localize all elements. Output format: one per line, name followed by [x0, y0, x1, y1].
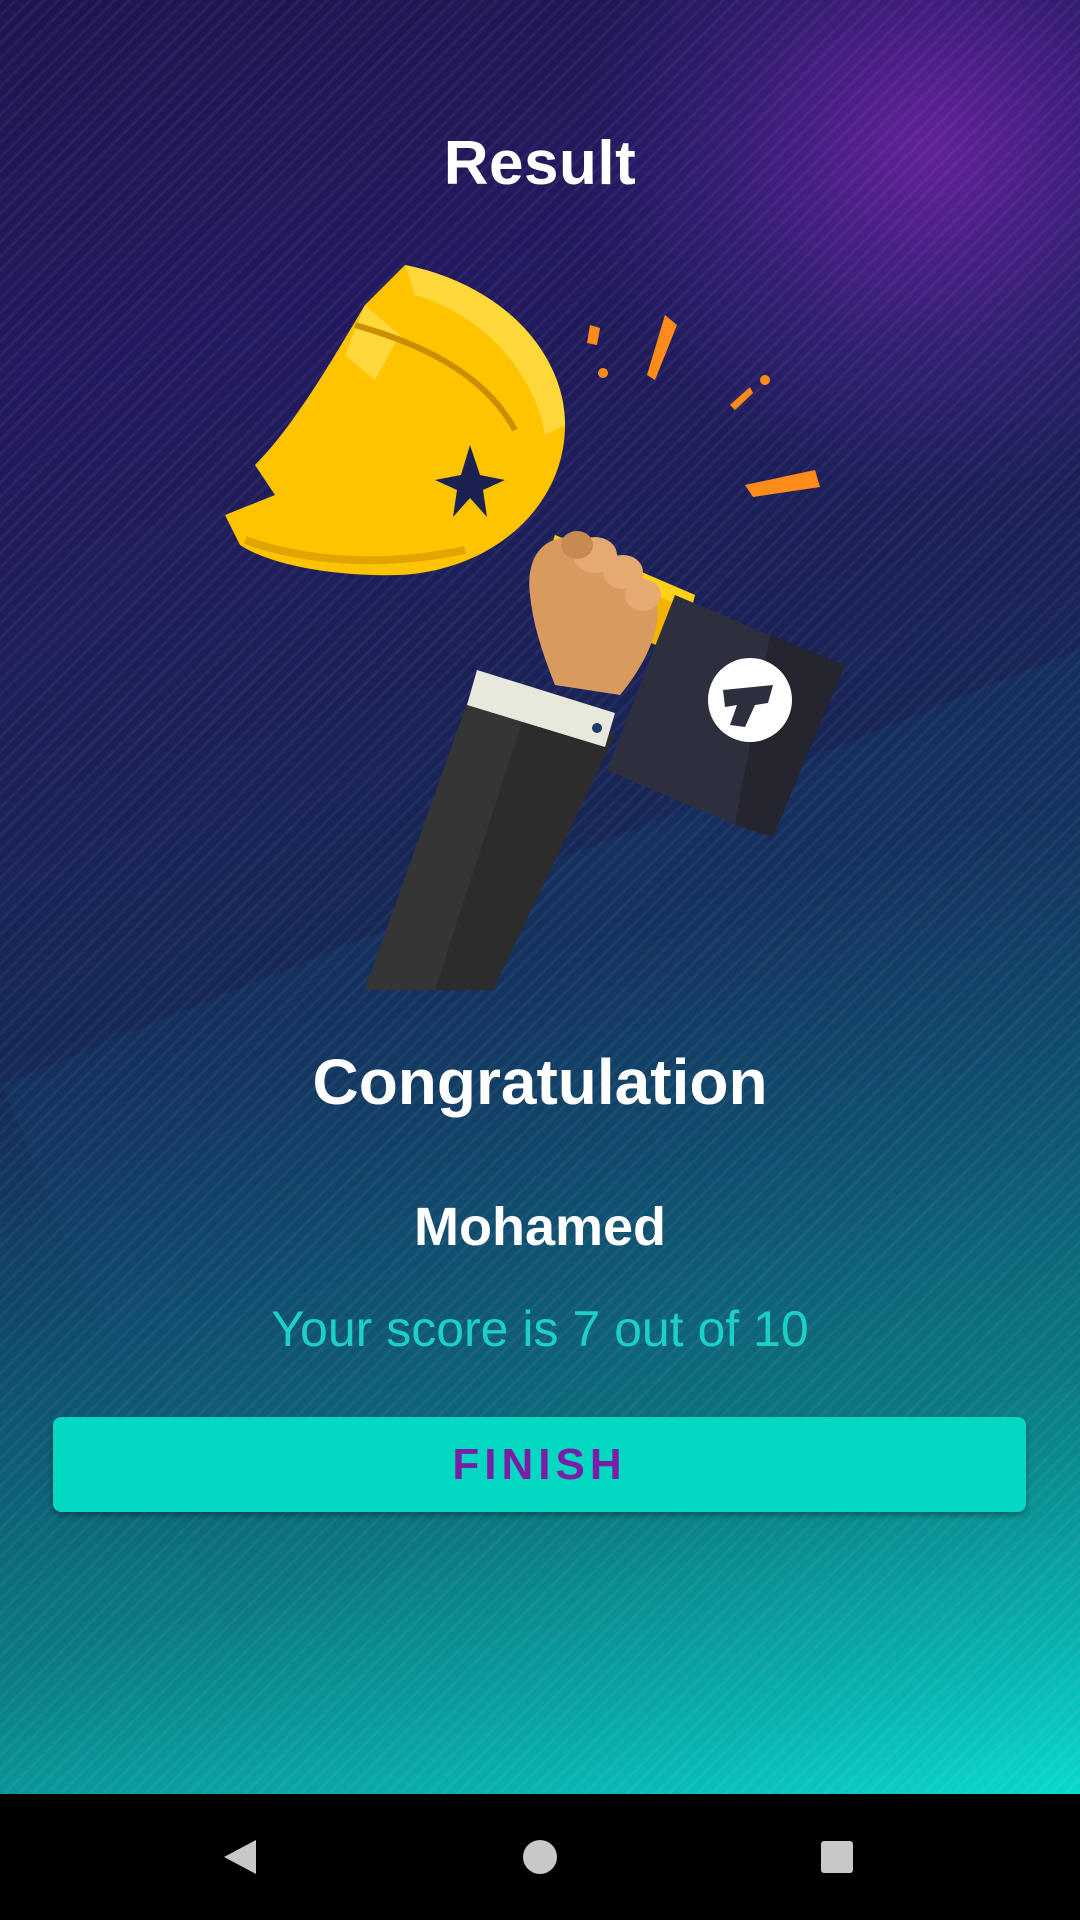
nav-back-button[interactable]: [215, 1832, 265, 1882]
congratulation-text: Congratulation: [312, 1046, 768, 1118]
system-navigation-bar: [0, 1794, 1080, 1920]
nav-recents-button[interactable]: [812, 1832, 862, 1882]
result-screen: Result Congratulation Mohamed Your score…: [0, 0, 1080, 1794]
finish-button[interactable]: FINISH: [53, 1417, 1026, 1512]
back-triangle-icon: [224, 1840, 256, 1874]
home-circle-icon: [523, 1840, 557, 1874]
page-title: Result: [443, 129, 637, 198]
recents-square-icon: [821, 1841, 853, 1873]
nav-home-button[interactable]: [515, 1832, 565, 1882]
score-text: Your score is 7 out of 10: [271, 1301, 809, 1357]
trophy-hand-icon: [225, 265, 845, 990]
player-name: Mohamed: [413, 1197, 667, 1257]
